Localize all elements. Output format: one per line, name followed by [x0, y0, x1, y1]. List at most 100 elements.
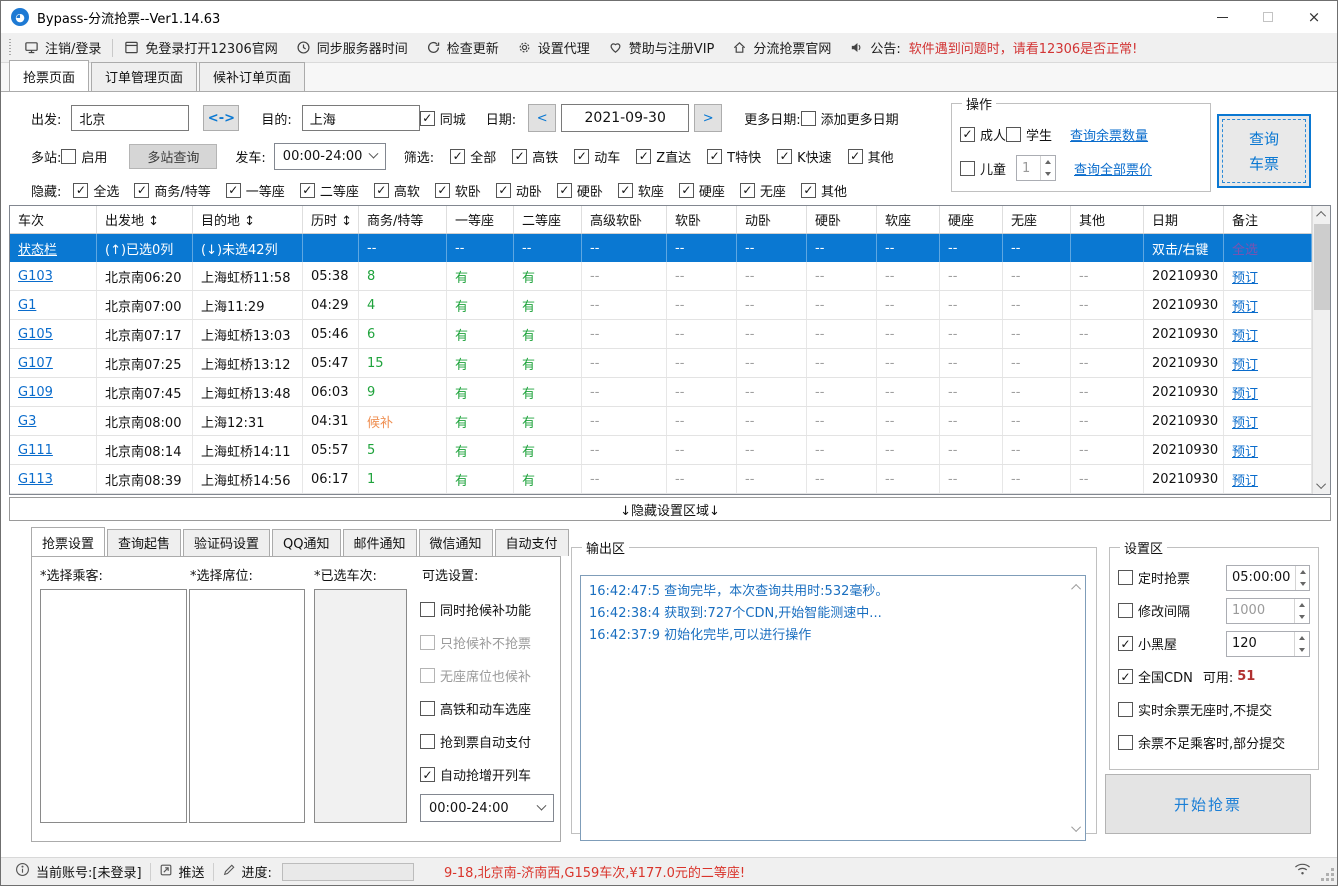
table-row-G109[interactable]: G109北京南07:45上海虹桥13:4806:039有有-----------…	[10, 378, 1312, 407]
hide-checkbox-4[interactable]: ✓高软	[374, 181, 420, 200]
column-header-7[interactable]: 高级软卧	[582, 206, 667, 233]
train-number-link[interactable]: G3	[18, 414, 36, 429]
maximize-button[interactable]	[1245, 1, 1291, 33]
multi-station-query-button[interactable]: 多站查询	[129, 144, 217, 169]
status-cell-0[interactable]: 状态栏	[10, 234, 97, 262]
tab-bottom-1[interactable]: 查询起售	[107, 529, 181, 556]
column-header-2[interactable]: 目的地 ↕	[193, 206, 303, 233]
tab-main-0[interactable]: 抢票页面	[9, 60, 89, 91]
column-header-11[interactable]: 软座	[877, 206, 940, 233]
start-grab-button[interactable]: 开始抢票	[1105, 774, 1311, 834]
partial-submit-checkbox[interactable]: 余票不足乘客时,部分提交	[1118, 733, 1285, 752]
column-header-4[interactable]: 商务/特等	[359, 206, 447, 233]
hide-settings-divider[interactable]: ↓隐藏设置区域↓	[9, 497, 1331, 521]
scrollbar-thumb[interactable]	[1314, 224, 1330, 310]
toolbar-item-sponsor-vip[interactable]: 赞助与注册VIP	[599, 38, 724, 57]
child-checkbox[interactable]: 儿童	[960, 159, 1006, 178]
query-remaining-link[interactable]: 查询余票数量	[1070, 125, 1148, 144]
option-checkbox-3[interactable]: 高铁和动车选座	[420, 692, 556, 725]
scroll-down-button[interactable]	[1313, 477, 1331, 494]
option-checkbox-4[interactable]: 抢到票自动支付	[420, 725, 556, 758]
blackroom-checkbox[interactable]: ✓小黑屋	[1118, 634, 1177, 653]
train-number-link[interactable]: G109	[18, 385, 53, 400]
timed-grab-spinner[interactable]: 05:00:00	[1226, 565, 1310, 591]
tab-main-2[interactable]: 候补订单页面	[199, 62, 305, 91]
tab-bottom-4[interactable]: 邮件通知	[343, 529, 417, 556]
tab-bottom-5[interactable]: 微信通知	[419, 529, 493, 556]
hide-checkbox-5[interactable]: ✓软卧	[435, 181, 481, 200]
column-header-6[interactable]: 二等座	[514, 206, 582, 233]
column-header-5[interactable]: 一等座	[447, 206, 514, 233]
multi-station-enable-checkbox[interactable]: 启用	[61, 147, 107, 166]
hide-checkbox-2[interactable]: ✓一等座	[226, 181, 285, 200]
book-link[interactable]: 预订	[1232, 383, 1258, 402]
student-checkbox[interactable]: 学生	[1006, 125, 1052, 144]
filter-checkbox-1[interactable]: ✓高铁	[512, 147, 558, 166]
table-scrollbar[interactable]	[1312, 206, 1330, 494]
selected-trains-listbox[interactable]	[314, 589, 407, 823]
hide-checkbox-7[interactable]: ✓硬卧	[557, 181, 603, 200]
hide-checkbox-10[interactable]: ✓无座	[740, 181, 786, 200]
book-link[interactable]: 预订	[1232, 354, 1258, 373]
table-row-G107[interactable]: G107北京南07:25上海虹桥13:1205:4715有有----------…	[10, 349, 1312, 378]
column-header-13[interactable]: 无座	[1003, 206, 1071, 233]
same-city-checkbox[interactable]: ✓同城	[420, 109, 466, 128]
date-input[interactable]: 2021-09-30	[561, 104, 689, 132]
depart-input[interactable]: 北京	[71, 105, 189, 131]
filter-checkbox-5[interactable]: ✓K快速	[777, 147, 832, 166]
table-row-G113[interactable]: G113北京南08:39上海虹桥14:5606:171有有-----------…	[10, 465, 1312, 494]
child-count-spinner[interactable]: 1	[1016, 155, 1056, 181]
tab-bottom-3[interactable]: QQ通知	[272, 529, 340, 556]
swap-stations-button[interactable]: <->	[203, 105, 239, 131]
status-cell-16[interactable]: 全选	[1224, 234, 1312, 262]
table-row-G105[interactable]: G105北京南07:17上海虹桥13:0305:466有有-----------…	[10, 320, 1312, 349]
toolbar-item-official-site[interactable]: 分流抢票官网	[723, 38, 840, 57]
toolbar-item-open-12306[interactable]: 免登录打开12306官网	[115, 38, 286, 57]
no-seat-checkbox[interactable]: 实时余票无座时,不提交	[1118, 700, 1272, 719]
book-link[interactable]: 预订	[1232, 267, 1258, 286]
hide-checkbox-11[interactable]: ✓其他	[801, 181, 847, 200]
book-link[interactable]: 预订	[1232, 296, 1258, 315]
table-row-G103[interactable]: G103北京南06:20上海虹桥11:5805:388有有-----------…	[10, 262, 1312, 291]
book-link[interactable]: 预订	[1232, 325, 1258, 344]
status-bar-link[interactable]: 状态栏	[18, 239, 57, 258]
hide-checkbox-0[interactable]: ✓全选	[73, 181, 119, 200]
passenger-listbox[interactable]	[40, 589, 187, 823]
table-row-G1[interactable]: G1北京南07:00上海11:2904:294有有---------------…	[10, 291, 1312, 320]
table-row-G3[interactable]: G3北京南08:00上海12:3104:31候补有有--------------…	[10, 407, 1312, 436]
dest-input[interactable]: 上海	[302, 105, 420, 131]
filter-checkbox-6[interactable]: ✓其他	[848, 147, 894, 166]
tab-bottom-0[interactable]: 抢票设置	[31, 527, 105, 556]
train-number-link[interactable]: G103	[18, 269, 53, 284]
table-status-row[interactable]: 状态栏(↑)已选0列(↓)未选42列--------------------双击…	[10, 234, 1312, 262]
hide-checkbox-3[interactable]: ✓二等座	[300, 181, 359, 200]
scroll-up-button[interactable]	[1313, 206, 1331, 223]
tab-bottom-2[interactable]: 验证码设置	[183, 529, 270, 556]
close-button[interactable]: ×	[1291, 1, 1337, 33]
toolbar-item-check-update[interactable]: 检查更新	[417, 38, 508, 57]
option-checkbox-5[interactable]: ✓自动抢增开列车	[420, 758, 556, 791]
timed-grab-checkbox[interactable]: 定时抢票	[1118, 568, 1190, 587]
filter-checkbox-3[interactable]: ✓Z直达	[636, 147, 691, 166]
minimize-button[interactable]	[1199, 1, 1245, 33]
blackroom-spinner[interactable]: 120	[1226, 631, 1310, 657]
select-all-link[interactable]: 全选	[1232, 239, 1258, 258]
toolbar-item-set-proxy[interactable]: 设置代理	[508, 38, 599, 57]
train-number-link[interactable]: G107	[18, 356, 53, 371]
grab-time-range-select[interactable]: 00:00-24:00	[420, 794, 554, 822]
add-more-dates-checkbox[interactable]: 添加更多日期	[801, 109, 899, 128]
scroll-up-button[interactable]	[1074, 580, 1081, 595]
cdn-checkbox[interactable]: ✓全国CDN	[1118, 667, 1193, 686]
next-date-button[interactable]: >	[694, 104, 722, 132]
column-header-9[interactable]: 动卧	[737, 206, 807, 233]
book-link[interactable]: 预订	[1232, 470, 1258, 489]
column-header-1[interactable]: 出发地 ↕	[97, 206, 193, 233]
prev-date-button[interactable]: <	[528, 104, 556, 132]
hide-checkbox-1[interactable]: ✓商务/特等	[134, 181, 210, 200]
hide-checkbox-8[interactable]: ✓软座	[618, 181, 664, 200]
toolbar-item-logout-login[interactable]: 注销/登录	[15, 38, 110, 57]
adult-checkbox[interactable]: ✓成人	[960, 125, 1006, 144]
hide-checkbox-9[interactable]: ✓硬座	[679, 181, 725, 200]
filter-checkbox-0[interactable]: ✓全部	[450, 147, 496, 166]
book-link[interactable]: 预订	[1232, 412, 1258, 431]
